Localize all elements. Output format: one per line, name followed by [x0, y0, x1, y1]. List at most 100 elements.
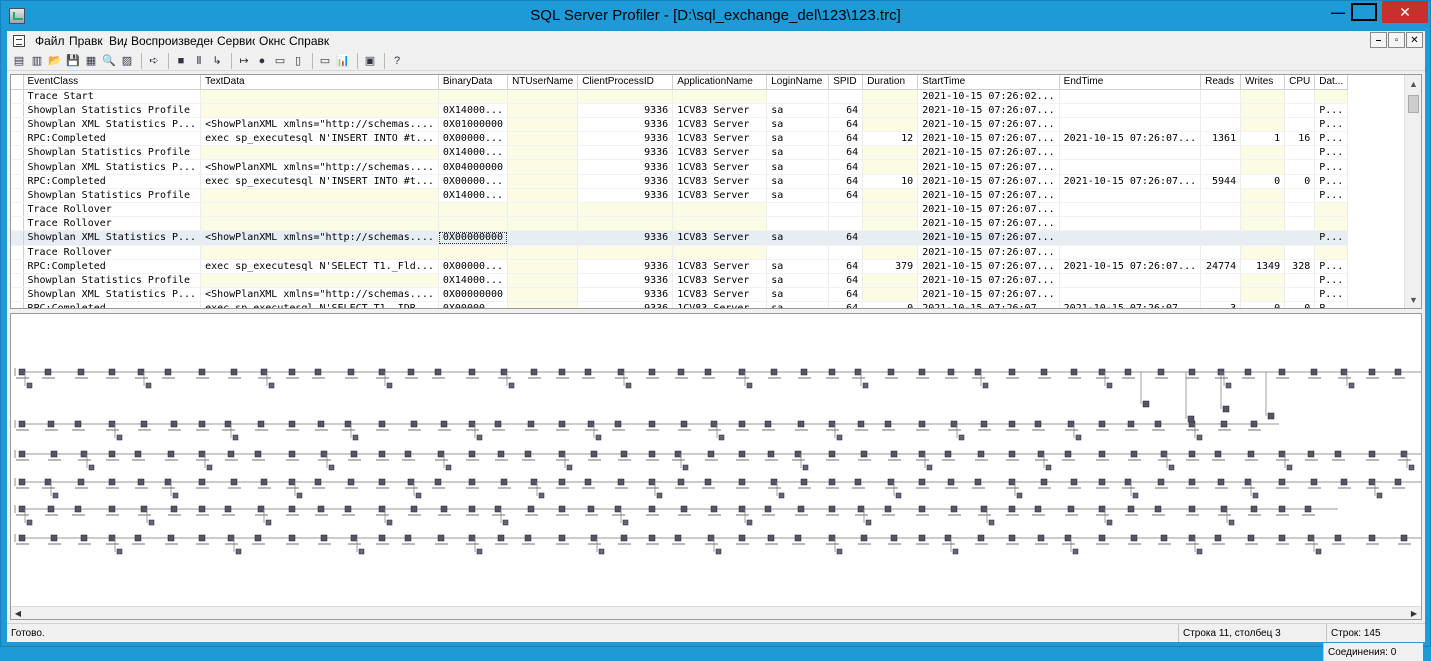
table-cell[interactable] [507, 145, 579, 161]
table-cell[interactable]: 9336 [577, 131, 674, 147]
table-row[interactable]: Showplan Statistics Profile 0X14000... 933… [11, 103, 1349, 118]
table-cell[interactable] [1200, 117, 1242, 133]
table-row[interactable]: Showplan Statistics Profile 0X14000... 933… [11, 188, 1349, 204]
row-header[interactable] [11, 89, 24, 104]
table-cell[interactable] [1284, 145, 1316, 161]
table-cell[interactable] [862, 103, 919, 118]
plan-horizontal-scrollbar[interactable]: ◀ ▶ [11, 606, 1421, 619]
scroll-left-icon[interactable]: ◀ [11, 607, 25, 619]
mdi-close-button[interactable]: ✕ [1406, 32, 1423, 48]
table-cell[interactable]: 3 [1200, 301, 1242, 308]
table-row[interactable]: Showplan XML Statistics P... <ShowPlanXML… [11, 230, 1349, 246]
menu-item[interactable]: Справка [285, 34, 329, 48]
table-cell[interactable]: 1CV83 Server [672, 159, 768, 175]
table-cell[interactable]: 64 [828, 301, 864, 308]
table-row[interactable]: Trace Rollover 2021-10-15 07:26:07... [11, 216, 1349, 232]
table-cell[interactable] [507, 131, 579, 147]
table-cell[interactable] [1200, 245, 1242, 260]
toggle-breakpoint-icon[interactable]: ● [254, 53, 270, 69]
table-cell[interactable]: 24774 [1200, 259, 1242, 274]
table-cell[interactable] [200, 89, 439, 104]
table-cell[interactable]: P... [1314, 287, 1349, 303]
table-cell[interactable] [1314, 245, 1349, 260]
table-cell[interactable] [862, 145, 919, 161]
table-cell[interactable]: Trace Start [23, 89, 202, 104]
table-cell[interactable]: 9336 [577, 287, 674, 303]
table-cell[interactable] [1059, 230, 1202, 246]
column-header[interactable]: EndTime [1059, 75, 1202, 90]
table-cell[interactable]: 9336 [577, 301, 674, 308]
table-cell[interactable]: 0 [1240, 174, 1286, 189]
scroll-up-icon[interactable]: ▲ [1405, 75, 1421, 92]
table-cell[interactable]: 0X00000... [438, 259, 509, 274]
table-cell[interactable]: 9336 [577, 188, 674, 204]
row-header[interactable] [11, 273, 24, 289]
table-cell[interactable]: 0X00000... [438, 301, 509, 308]
table-cell[interactable]: 0 [1240, 301, 1286, 308]
activity-monitor-icon[interactable]: ▣ [362, 53, 378, 69]
column-header[interactable]: Writes [1240, 75, 1286, 90]
table-cell[interactable]: 64 [828, 273, 864, 289]
table-cell[interactable]: 2021-10-15 07:26:07... [917, 103, 1060, 118]
table-cell[interactable]: sa [766, 103, 830, 118]
table-cell[interactable]: sa [766, 145, 830, 161]
column-header[interactable]: Reads [1200, 75, 1242, 90]
mdi-restore-button[interactable]: ▫ [1388, 32, 1405, 48]
table-cell[interactable]: P... [1314, 259, 1349, 274]
table-cell[interactable]: 1 [1240, 131, 1286, 147]
table-cell[interactable]: 2021-10-15 07:26:07... [917, 216, 1060, 232]
table-cell[interactable]: exec sp_executesql N'INSERT INTO #t... [200, 131, 439, 147]
table-cell[interactable]: 9336 [577, 159, 674, 175]
table-cell[interactable]: 9336 [577, 230, 674, 246]
table-cell[interactable] [1200, 188, 1242, 204]
table-cell[interactable] [507, 188, 579, 204]
table-cell[interactable] [862, 216, 919, 232]
row-header[interactable] [11, 159, 24, 175]
table-cell[interactable]: 12 [862, 131, 919, 147]
minimize-button[interactable]: — [1323, 1, 1353, 23]
table-cell[interactable] [507, 273, 579, 289]
table-cell[interactable]: Showplan Statistics Profile [23, 273, 202, 289]
table-row[interactable]: Showplan XML Statistics P... <ShowPlanXML… [11, 159, 1349, 175]
trace-grid[interactable]: EventClass TextData BinaryData NTUserName Cl… [10, 74, 1422, 309]
table-cell[interactable] [862, 188, 919, 204]
table-cell[interactable]: sa [766, 131, 830, 147]
table-cell[interactable]: sa [766, 259, 830, 274]
table-cell[interactable] [862, 230, 919, 246]
table-cell[interactable]: exec sp_executesql N'INSERT INTO #t... [200, 174, 439, 189]
table-cell[interactable] [438, 202, 509, 218]
pause-icon[interactable]: Ⅱ [191, 53, 207, 69]
table-cell[interactable]: <ShowPlanXML xmlns="http://schemas.... [200, 159, 439, 175]
row-header[interactable] [11, 131, 24, 147]
table-cell[interactable] [672, 89, 768, 104]
table-cell[interactable]: RPC:Completed [23, 259, 202, 274]
table-cell[interactable]: 64 [828, 159, 864, 175]
table-cell[interactable] [1240, 188, 1286, 204]
table-cell[interactable]: Showplan XML Statistics P... [23, 287, 202, 303]
table-cell[interactable] [1314, 89, 1349, 104]
table-cell[interactable]: sa [766, 117, 830, 133]
table-cell[interactable]: 1CV83 Server [672, 259, 768, 274]
table-cell[interactable] [862, 245, 919, 260]
table-cell[interactable] [828, 89, 864, 104]
new-trace-icon[interactable]: ▤ [11, 53, 27, 69]
save-icon[interactable]: 💾 [65, 53, 81, 69]
table-cell[interactable]: 10 [862, 174, 919, 189]
clear-window-icon[interactable]: ▭ [317, 53, 333, 69]
table-cell[interactable] [1314, 202, 1349, 218]
table-row[interactable]: Showplan Statistics Profile 0X14000... 933… [11, 273, 1349, 289]
table-cell[interactable]: 2021-10-15 07:26:07... [1059, 131, 1202, 147]
column-header[interactable]: ClientProcessID [577, 75, 674, 90]
trace-properties-icon[interactable]: ▯ [290, 53, 306, 69]
table-cell[interactable]: 1361 [1200, 131, 1242, 147]
table-cell[interactable]: 9336 [577, 259, 674, 274]
table-cell[interactable]: 2021-10-15 07:26:07... [917, 301, 1060, 308]
table-cell[interactable] [1059, 159, 1202, 175]
column-header[interactable]: NTUserName [507, 75, 579, 90]
table-cell[interactable]: 0X00000000 [438, 287, 509, 303]
table-cell[interactable]: P... [1314, 174, 1349, 189]
table-cell[interactable] [507, 230, 579, 246]
table-cell[interactable] [507, 174, 579, 189]
perfmon-icon[interactable]: 📊 [335, 53, 351, 69]
table-cell[interactable]: 2021-10-15 07:26:07... [917, 131, 1060, 147]
